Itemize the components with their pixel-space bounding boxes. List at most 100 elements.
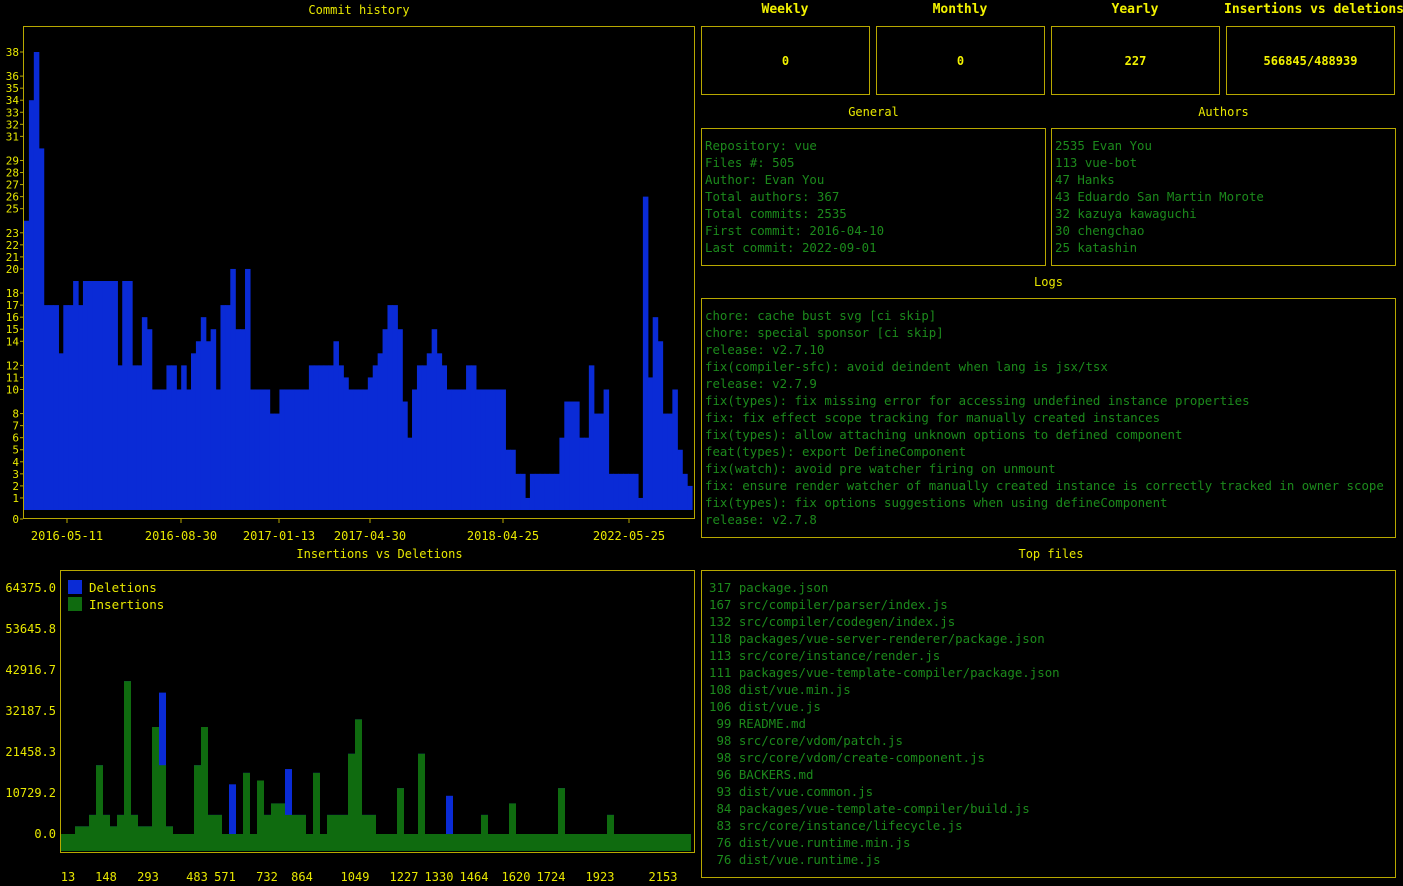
file-line: 106 dist/vue.js [709,699,821,714]
insdel-xtick-label: 732 [256,870,278,884]
insertion-bar [124,681,131,834]
log-line: fix: fix effect scope tracking for manua… [705,410,1161,425]
general-line: Files #: 505 [705,155,795,170]
insertion-bar [138,826,145,834]
insertion-bar [264,814,271,834]
legend-insertions-swatch [68,597,82,611]
general-line: Repository: vue [705,138,817,153]
insertion-bar [418,753,425,834]
file-line: 99 README.md [709,716,806,731]
insdel-ytick-label: 42916.7 [5,663,56,677]
authors-panel: 2535 Evan You 113 vue-bot 47 Hanks 43 Ed… [1051,128,1396,266]
insdel-xtick-label: 483 [186,870,208,884]
insertion-bar [110,826,117,834]
file-line: 108 dist/vue.min.js [709,682,851,697]
author-line: 47 Hanks [1055,172,1115,187]
yearly-title: Yearly [1111,2,1159,17]
file-line: 76 dist/vue.runtime.js [709,852,881,867]
file-line: 111 packages/vue-template-compiler/packa… [709,665,1060,680]
insertion-bar [89,814,96,834]
insertion-bar [117,814,124,834]
weekly-title: Weekly [761,2,809,17]
general-line: Author: Evan You [705,172,825,187]
insdel-baseline-band [61,834,691,851]
log-line: fix(types): allow attaching unknown opti… [705,427,1183,442]
insertion-bar [243,772,250,834]
insdel-ytick-label: 64375.0 [5,581,56,595]
insertion-bar [313,772,320,834]
legend-deletions-swatch [68,580,82,594]
logs-panel: chore: cache bust svg [ci skip] chore: s… [701,298,1396,538]
insertion-bar [292,814,299,834]
insertion-bar [96,765,103,834]
log-line: fix(watch): avoid pre watcher firing on … [705,461,1056,476]
insdel-ytick-label: 32187.5 [5,704,56,718]
author-line: 43 Eduardo San Martin Morote [1055,189,1264,204]
insertion-bar [327,814,334,834]
file-line: 93 dist/vue.common.js [709,784,874,799]
insertion-bar [131,814,138,834]
insertion-bar [215,814,222,834]
general-line: Last commit: 2022-09-01 [705,240,877,255]
insertion-bar [278,803,285,834]
ins-vs-del-value: 566845/488939 [1226,26,1395,95]
insdel-xtick-label: 1724 [537,870,566,884]
file-line: 84 packages/vue-template-compiler/build.… [709,801,1030,816]
file-line: 96 BACKERS.md [709,767,814,782]
insertion-bar [159,765,166,834]
insertion-bar [152,727,159,834]
file-line: 167 src/compiler/parser/index.js [709,597,948,612]
insertions-deletions-chart: 0.0 10729.2 21458.3 32187.5 42916.7 53645.8 64… [5,580,691,884]
insertion-bar [285,814,292,834]
deletion-bar [229,784,236,834]
insertion-bar [103,814,110,834]
file-line: 83 src/core/instance/lifecycle.js [709,818,963,833]
log-line: fix: ensure render watcher of manually c… [705,478,1384,493]
file-line: 132 src/compiler/codegen/index.js [709,614,956,629]
legend-deletions-label: Deletions [89,580,157,595]
insertion-bar [145,826,152,834]
file-line: 113 src/core/instance/render.js [709,648,941,663]
log-line: release: v2.7.8 [705,512,817,527]
insertion-bar [166,826,173,834]
author-line: 30 chengchao [1055,223,1145,238]
legend-insertions-label: Insertions [89,597,164,612]
file-line: 118 packages/vue-server-renderer/package… [709,631,1045,646]
insdel-ytick-label: 53645.8 [5,622,56,636]
insdel-xtick-label: 1049 [341,870,370,884]
log-line: release: v2.7.9 [705,376,817,391]
insdel-xtick-label: 1330 [425,870,454,884]
insdel-xtick-label: 148 [95,870,117,884]
insertion-bar [257,780,264,834]
insdel-ytick-label: 21458.3 [5,745,56,759]
insdel-ytick-label: 10729.2 [5,786,56,800]
general-line: Total commits: 2535 [705,206,847,221]
insdel-xtick-label: 293 [137,870,159,884]
insdel-ytick-label: 0.0 [34,827,56,841]
monthly-title: Monthly [932,2,988,17]
general-line: Total authors: 367 [705,189,840,204]
insdel-xtick-label: 2153 [649,870,678,884]
weekly-value: 0 [701,26,870,95]
ins-vs-del-title: Insertions vs deletions [1224,2,1403,17]
insertion-bar [481,814,488,834]
insertion-bar [208,814,215,834]
insertion-bar [355,719,362,834]
insertion-bar [194,765,201,834]
insdel-xtick-label: 1923 [586,870,615,884]
insertion-bar [607,814,614,834]
file-line: 76 dist/vue.runtime.min.js [709,835,911,850]
file-line: 317 package.json [709,580,829,595]
insdel-xtick-label: 1227 [390,870,419,884]
log-line: release: v2.7.10 [705,342,825,357]
author-line: 25 katashin [1055,240,1138,255]
file-line: 98 src/core/vdom/create-component.js [709,750,986,765]
insertion-bar [341,814,348,834]
log-line: fix(types): fix missing error for access… [705,393,1250,408]
insertion-bar [82,826,89,834]
insertion-bar [271,803,278,834]
insertion-bar [348,753,355,834]
insertion-bar [299,814,306,834]
author-line: 113 vue-bot [1055,155,1138,170]
insertion-bar [558,788,565,834]
